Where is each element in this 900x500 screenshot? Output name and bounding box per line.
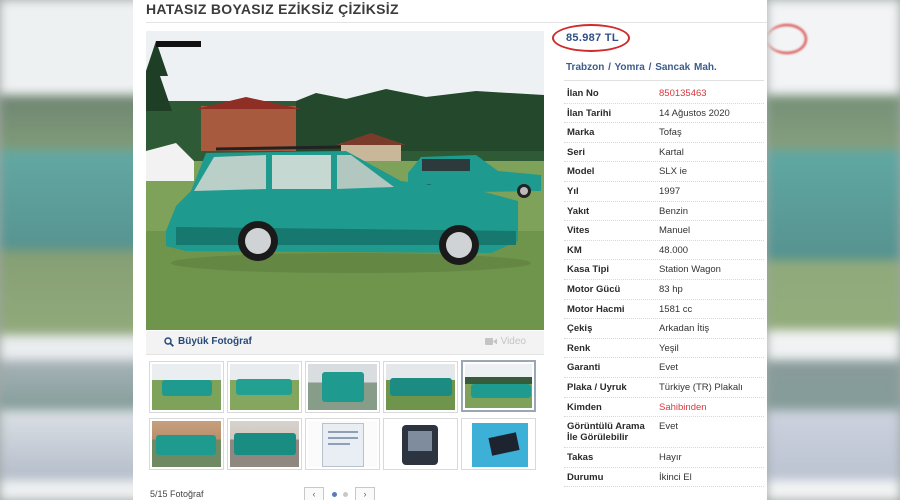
detail-key: Kasa Tipi [567, 264, 610, 276]
thumbnail-8[interactable] [305, 418, 380, 470]
detail-key: Durumu [567, 471, 604, 483]
thumbnail-4[interactable] [383, 361, 458, 413]
thumbnail-6[interactable] [149, 418, 224, 470]
detail-row: KM 48.000 [564, 241, 764, 261]
pager-dot[interactable] [343, 492, 348, 497]
detail-row: Yakıt Benzin [564, 202, 764, 222]
background-right-blur [767, 0, 900, 500]
detail-value: 83 hp [659, 283, 683, 295]
detail-key: Motor Hacmi [567, 303, 625, 315]
detail-value: Yeşil [659, 342, 679, 354]
detail-row: Görüntülü Arama İle Görülebilir Evet [564, 417, 764, 449]
video-camera-icon [484, 338, 497, 345]
detail-row: Motor Gücü 83 hp [564, 280, 764, 300]
detail-key: Garanti [567, 362, 601, 374]
detail-value: 14 Ağustos 2020 [659, 107, 730, 119]
photo-toolbar: Büyük Fotoğraf Video [146, 331, 544, 355]
detail-row: Renk Yeşil [564, 339, 764, 359]
big-photo-label: Büyük Fotoğraf [178, 336, 252, 347]
car-photo-illustration [146, 31, 544, 330]
detail-row: Kimden Sahibinden [564, 398, 764, 418]
thumbnail-3[interactable] [305, 361, 380, 413]
detail-row: Yıl 1997 [564, 182, 764, 202]
detail-value: 1581 cc [659, 303, 693, 315]
detail-key: KM [567, 244, 582, 256]
detail-row: Motor Hacmi 1581 cc [564, 300, 764, 320]
thumbnail-5-active[interactable] [461, 360, 536, 412]
listing-title: HATASIZ BOYASIZ EZİKSİZ ÇİZİKSİZ [146, 1, 399, 17]
detail-value: Tofaş [659, 127, 682, 139]
detail-value: 48.000 [659, 244, 689, 256]
detail-row: Marka Tofaş [564, 123, 764, 143]
thumbnail-7[interactable] [227, 418, 302, 470]
detail-key: Çekiş [567, 323, 593, 335]
detail-key: Renk [567, 342, 591, 354]
detail-value: Station Wagon [659, 264, 721, 276]
detail-key: İlan Tarihi [567, 107, 612, 119]
detail-key: Marka [567, 127, 595, 139]
detail-row: Plaka / Uyruk Türkiye (TR) Plakalı [564, 378, 764, 398]
big-photo-button[interactable]: Büyük Fotoğraf [164, 336, 252, 347]
detail-row: Takas Hayır [564, 448, 764, 468]
background-left-blur [0, 0, 146, 500]
detail-row: Garanti Evet [564, 358, 764, 378]
detail-value: İkinci El [659, 471, 692, 483]
title-divider [146, 22, 767, 23]
detail-row: Vites Manuel [564, 221, 764, 241]
detail-value: Arkadan İtiş [659, 323, 710, 335]
detail-value: Kartal [659, 146, 684, 158]
detail-key: Takas [567, 452, 594, 464]
detail-key: Motor Gücü [567, 283, 621, 295]
detail-value[interactable]: 850135463 [659, 88, 707, 99]
next-photo-button[interactable]: › [355, 487, 375, 500]
detail-key: Plaka / Uyruk [567, 381, 627, 393]
price-circle-ghost [767, 24, 807, 54]
thumbnail-10[interactable] [461, 418, 536, 470]
detail-key: Yıl [567, 185, 579, 197]
detail-value: 1997 [659, 185, 681, 197]
detail-key: Yakıt [567, 205, 590, 217]
detail-key: Seri [567, 146, 585, 158]
main-photo[interactable] [146, 31, 544, 330]
listing-location[interactable]: Trabzon / Yomra / Sancak Mah. [566, 62, 717, 73]
details-table: İlan No 850135463 İlan Tarihi 14 Ağustos 20… [564, 84, 764, 488]
thumbnail-2[interactable] [227, 361, 302, 413]
listing-panel: HATASIZ BOYASIZ EZİKSİZ ÇİZİKSİZ Büyük F… [133, 0, 767, 500]
detail-row: İlan Tarihi 14 Ağustos 2020 [564, 104, 764, 124]
detail-key: Vites [567, 225, 590, 237]
photo-counter: 5/15 Fotoğraf [150, 489, 204, 499]
detail-key: Model [567, 166, 595, 178]
detail-key: Görüntülü Arama İle Görülebilir [567, 421, 645, 444]
detail-row: İlan No 850135463 [564, 84, 764, 104]
pager-dot-active[interactable] [332, 492, 337, 497]
detail-value: SLX ie [659, 166, 687, 178]
photo-redaction-bar [156, 41, 201, 47]
detail-value: Türkiye (TR) Plakalı [659, 381, 743, 393]
detail-value: Evet [659, 421, 679, 433]
video-button[interactable]: Video [484, 336, 526, 347]
search-icon [164, 336, 174, 347]
detail-value: Manuel [659, 225, 691, 237]
detail-row: Kasa Tipi Station Wagon [564, 260, 764, 280]
detail-row: Durumu İkinci El [564, 468, 764, 488]
detail-row: Model SLX ie [564, 162, 764, 182]
video-label: Video [500, 336, 526, 347]
prev-photo-button[interactable]: ‹ [304, 487, 324, 500]
detail-value: Hayır [659, 452, 682, 464]
detail-key: Kimden [567, 401, 602, 413]
thumbnail-9[interactable] [383, 418, 458, 470]
thumbnail-1[interactable] [149, 361, 224, 413]
detail-value: Benzin [659, 205, 689, 217]
location-divider [564, 80, 764, 81]
detail-row: Seri Kartal [564, 143, 764, 163]
listing-price: 85.987 TL [566, 32, 619, 44]
detail-row: Çekiş Arkadan İtiş [564, 319, 764, 339]
detail-value[interactable]: Sahibinden [659, 402, 707, 413]
detail-value: Evet [659, 362, 679, 374]
gallery-pager: 5/15 Fotoğraf ‹ › [146, 485, 544, 500]
detail-key: İlan No [567, 88, 599, 99]
